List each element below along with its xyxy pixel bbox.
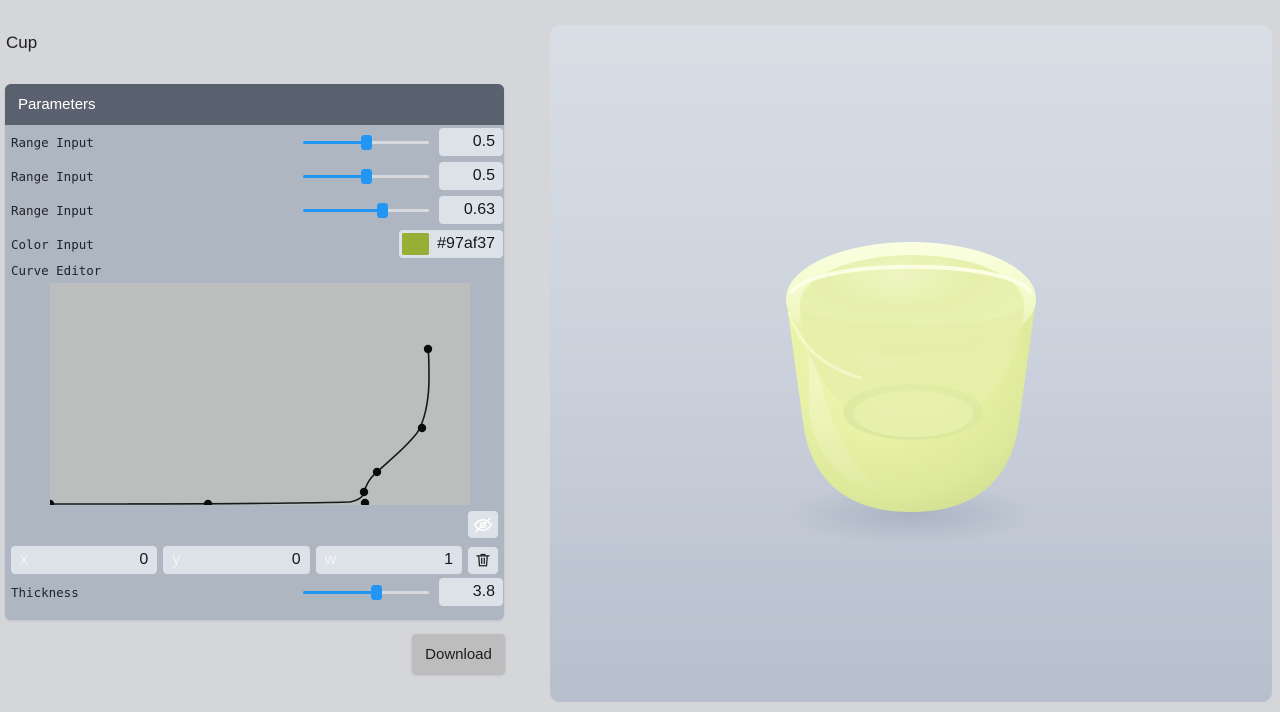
- curve-path: [50, 348, 430, 505]
- trash-icon: [476, 553, 490, 567]
- point-y-field[interactable]: y 0: [163, 546, 310, 574]
- point-x-value: 0: [139, 551, 149, 568]
- range-value-3[interactable]: 0.63: [439, 196, 503, 224]
- point-y-placeholder: y: [172, 551, 181, 568]
- point-w-value: 1: [444, 551, 453, 568]
- panel-header: Parameters: [5, 84, 504, 125]
- thickness-label: Thickness: [11, 584, 79, 600]
- panel-header-title: Parameters: [18, 96, 96, 113]
- curve-point[interactable]: [372, 467, 382, 477]
- slider-fill: [303, 591, 376, 594]
- param-row-color: Color Input #97af37: [5, 227, 504, 261]
- slider-thumb[interactable]: [377, 203, 388, 218]
- param-label-range-2: Range Input: [11, 168, 94, 184]
- delete-point-button[interactable]: [467, 546, 498, 574]
- eye-off-icon: [473, 517, 493, 532]
- param-label-range-1: Range Input: [11, 134, 94, 150]
- model-viewport[interactable]: [550, 25, 1272, 702]
- point-y-value: 0: [291, 551, 301, 568]
- param-row-thickness: Thickness 3.8: [5, 574, 504, 610]
- point-x-placeholder: x: [20, 551, 28, 568]
- point-w-placeholder: w: [324, 551, 337, 568]
- color-input-field[interactable]: #97af37: [399, 230, 503, 258]
- slider-thumb[interactable]: [371, 585, 382, 600]
- range-slider-2[interactable]: [303, 166, 429, 186]
- app-root: Cup Parameters Range Input 0.5 Range Inp…: [0, 0, 1280, 712]
- point-x-field[interactable]: x 0: [11, 546, 158, 574]
- range-slider-3[interactable]: [303, 200, 429, 220]
- color-hex-value: #97af37: [437, 235, 495, 252]
- curve-point-group: [50, 344, 433, 505]
- point-fields-row: x 0 y 0 w 1: [5, 538, 504, 574]
- curve-point[interactable]: [359, 487, 369, 497]
- cup-stage: [550, 25, 1272, 702]
- curve-point[interactable]: [360, 498, 370, 505]
- curve-editor-label-row: Curve Editor: [5, 261, 504, 279]
- param-label-color: Color Input: [11, 236, 94, 252]
- curve-point[interactable]: [417, 423, 427, 433]
- thickness-value[interactable]: 3.8: [439, 578, 503, 606]
- slider-fill: [303, 141, 366, 144]
- curve-point[interactable]: [423, 344, 433, 354]
- curve-editor-canvas[interactable]: [50, 283, 470, 505]
- page-title: Cup: [6, 33, 38, 52]
- eye-off-icon-button[interactable]: [468, 511, 498, 538]
- param-row-range-1: Range Input 0.5: [5, 125, 504, 159]
- slider-fill: [303, 175, 366, 178]
- slider-fill: [303, 209, 382, 212]
- slider-thumb[interactable]: [361, 135, 372, 150]
- param-label-range-3: Range Input: [11, 202, 94, 218]
- download-button[interactable]: Download: [412, 634, 505, 674]
- color-swatch[interactable]: [402, 233, 430, 255]
- parameters-panel: Parameters Range Input 0.5 Range Input 0…: [5, 84, 504, 620]
- curve-point[interactable]: [50, 499, 55, 505]
- range-value-2[interactable]: 0.5: [439, 162, 503, 190]
- param-row-range-3: Range Input 0.63: [5, 193, 504, 227]
- curve-editor-svg[interactable]: [50, 283, 470, 505]
- curve-toolbar: [5, 511, 504, 538]
- curve-editor-label: Curve Editor: [11, 262, 102, 278]
- curve-point[interactable]: [203, 499, 213, 505]
- param-row-range-2: Range Input 0.5: [5, 159, 504, 193]
- panel-body: Range Input 0.5 Range Input 0.5 Range In…: [5, 125, 504, 620]
- slider-thumb[interactable]: [361, 169, 372, 184]
- thickness-slider[interactable]: [303, 582, 429, 602]
- range-value-1[interactable]: 0.5: [439, 128, 503, 156]
- cup-model: [786, 241, 1036, 544]
- range-slider-1[interactable]: [303, 132, 429, 152]
- point-w-field[interactable]: w 1: [315, 546, 462, 574]
